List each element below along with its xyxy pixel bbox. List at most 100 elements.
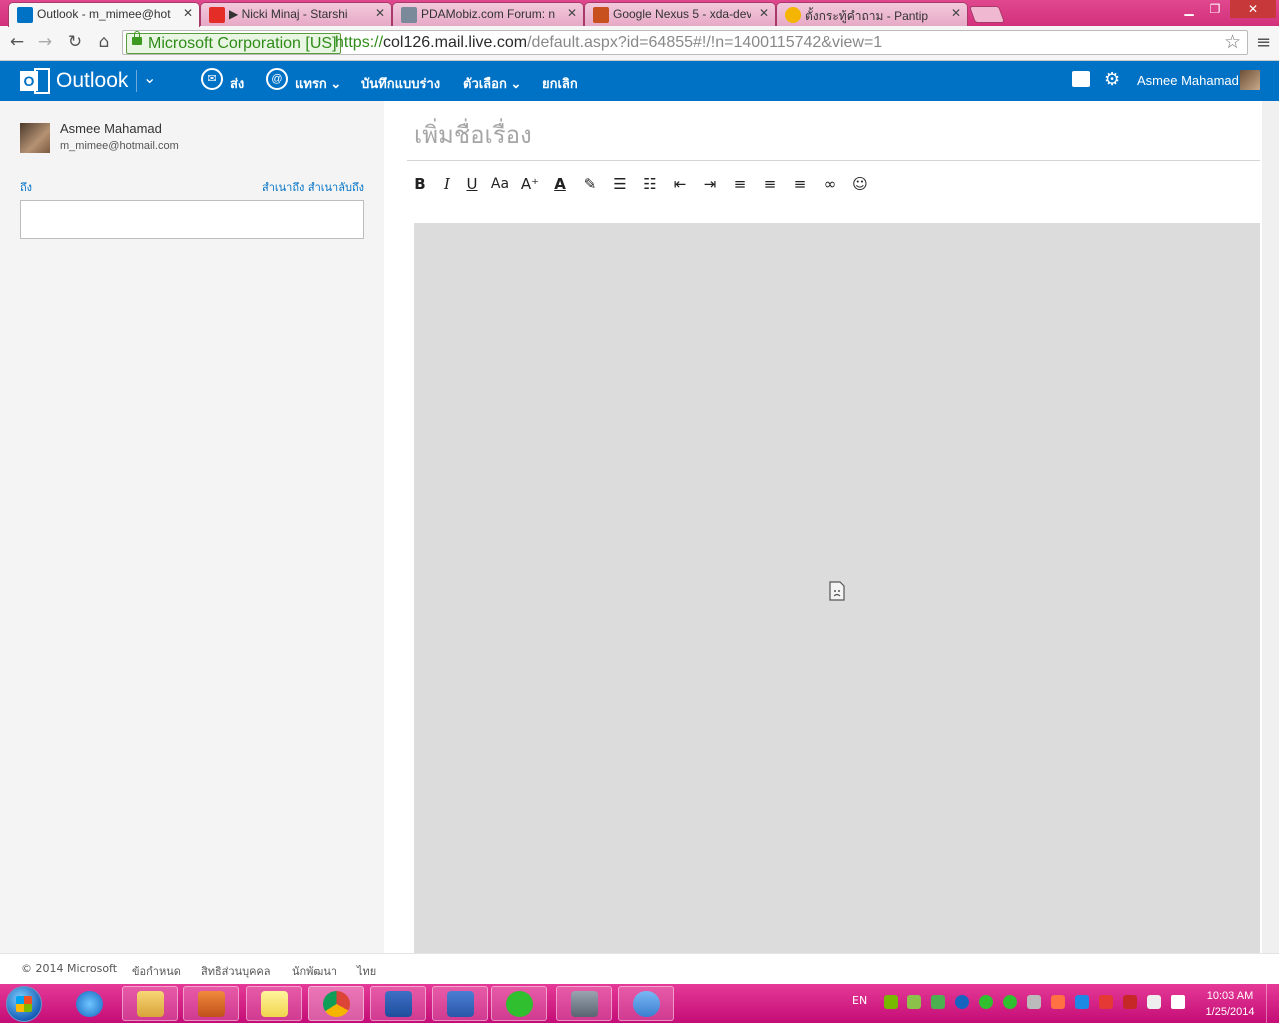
insert-button[interactable]: แทรก ⌄ (295, 73, 341, 94)
bold-icon[interactable]: B (409, 173, 431, 195)
bluetooth-tray-icon[interactable] (955, 995, 969, 1009)
highlight-icon[interactable]: ✎ (579, 173, 601, 195)
send-icon[interactable]: ✉ (201, 68, 223, 90)
settings-gear-icon[interactable]: ⚙ (1104, 69, 1120, 90)
font-size-icon[interactable]: Aa (489, 173, 511, 195)
pantip-favicon-icon (785, 7, 801, 23)
start-button[interactable] (6, 986, 42, 1022)
taskbar-ie[interactable] (61, 986, 117, 1021)
user-name[interactable]: Asmee Mahamad (1137, 73, 1239, 88)
dropbox-tray-icon[interactable] (1075, 995, 1089, 1009)
to-input[interactable] (20, 200, 364, 239)
tab-pantip[interactable]: ตั้งกระทู้คำถาม - Pantip ✕ (776, 2, 968, 26)
bookmark-star-icon[interactable]: ☆ (1224, 31, 1241, 54)
chrome-menu-icon[interactable]: ≡ (1256, 32, 1271, 53)
save-draft-button[interactable]: บันทึกแบบร่าง (361, 73, 440, 94)
to-label[interactable]: ถึง (20, 178, 32, 196)
taskbar-line[interactable] (491, 986, 547, 1021)
tab-pdamobiz[interactable]: PDAMobiz.com Forum: n ✕ (392, 2, 584, 26)
system-clock[interactable]: 10:03 AM 1/25/2014 (1199, 988, 1261, 1020)
language-indicator[interactable]: EN (852, 994, 867, 1007)
italic-icon[interactable]: I (436, 173, 458, 195)
app-tray-icon[interactable] (1027, 995, 1041, 1009)
increase-indent-icon[interactable]: ⇥ (699, 173, 721, 195)
attach-icon[interactable]: @ (266, 68, 288, 90)
close-tab-icon[interactable]: ✕ (951, 6, 961, 20)
taskbar-media[interactable] (183, 986, 239, 1021)
security-tray-icon[interactable] (931, 995, 945, 1009)
reload-icon[interactable]: ↻ (64, 32, 86, 52)
broken-image-icon (829, 581, 845, 601)
cancel-button[interactable]: ยกเลิก (542, 73, 578, 94)
align-center-icon[interactable]: ≡ (759, 173, 781, 195)
tab-outlook[interactable]: Outlook - m_mimee@hot ✕ (8, 2, 200, 27)
tab-label: PDAMobiz.com Forum: n (421, 7, 556, 21)
taskbar-sticky-notes[interactable] (246, 986, 302, 1021)
feedback-icon[interactable] (1072, 71, 1090, 87)
nvidia-tray-icon[interactable] (884, 995, 898, 1009)
taskbar-chrome[interactable] (308, 986, 364, 1021)
action-center-icon[interactable] (1099, 995, 1113, 1009)
volume-tray-icon[interactable] (1051, 995, 1065, 1009)
tab-youtube[interactable]: ▶ Nicki Minaj - Starshi ✕ (200, 2, 392, 26)
send-button[interactable]: ส่ง (230, 73, 244, 94)
message-body[interactable] (414, 223, 1260, 953)
back-icon[interactable]: ← (6, 32, 28, 52)
show-desktop-button[interactable] (1266, 984, 1279, 1023)
close-tab-icon[interactable]: ✕ (183, 6, 193, 20)
line-tray-icon[interactable] (979, 995, 993, 1009)
vertical-scrollbar[interactable] (1262, 101, 1279, 953)
antivirus-tray-icon[interactable] (1123, 995, 1137, 1009)
align-left-icon[interactable]: ≡ (729, 173, 751, 195)
taskbar-visio[interactable] (432, 986, 488, 1021)
taskbar-word[interactable] (370, 986, 426, 1021)
numbered-list-icon[interactable]: ☰ (609, 173, 631, 195)
underline-icon[interactable]: U (461, 173, 483, 195)
taskbar-scanner[interactable] (556, 986, 612, 1021)
language-link[interactable]: ไทย (357, 962, 376, 980)
copyright-text: © 2014 Microsoft (21, 962, 118, 975)
maximize-icon[interactable]: ❐ (1202, 0, 1228, 18)
cc-link[interactable]: สำเนาถึง (262, 181, 304, 194)
address-bar[interactable]: Microsoft Corporation [US] https://col12… (122, 30, 1248, 55)
app-switcher-chevron-icon[interactable]: ⌄ (143, 68, 156, 88)
bcc-link[interactable]: สำเนาลับถึง (308, 181, 364, 194)
tab-xda[interactable]: Google Nexus 5 - xda-dev ✕ (584, 2, 776, 26)
url-text[interactable]: https://col126.mail.live.com/default.asp… (335, 34, 882, 52)
minimize-icon[interactable]: ▁ (1176, 0, 1202, 18)
network-status-icon[interactable] (1147, 995, 1161, 1009)
close-window-icon[interactable]: ✕ (1230, 0, 1276, 18)
forward-icon[interactable]: → (34, 32, 56, 52)
grow-font-icon[interactable]: A⁺ (519, 173, 541, 195)
user-avatar[interactable] (1240, 70, 1260, 90)
line-tray-icon-2[interactable] (1003, 995, 1017, 1009)
privacy-link[interactable]: สิทธิส่วนบุคคล (201, 962, 271, 980)
brand-name[interactable]: Outlook (56, 69, 128, 93)
browser-toolbar: ← → ↻ ⌂ Microsoft Corporation [US] https… (0, 26, 1279, 61)
close-tab-icon[interactable]: ✕ (759, 6, 769, 20)
close-tab-icon[interactable]: ✕ (567, 6, 577, 20)
taskbar-explorer[interactable] (122, 986, 178, 1021)
lock-icon (132, 31, 142, 45)
taskbar-onedrive[interactable] (618, 986, 674, 1021)
emoticon-icon[interactable]: ☺ (849, 173, 871, 195)
decrease-indent-icon[interactable]: ⇤ (669, 173, 691, 195)
ev-certificate-badge[interactable]: Microsoft Corporation [US] (126, 31, 341, 54)
font-color-icon[interactable]: A (549, 173, 571, 195)
close-tab-icon[interactable]: ✕ (375, 6, 385, 20)
terms-link[interactable]: ข้อกำหนด (132, 962, 181, 980)
options-button[interactable]: ตัวเลือก ⌄ (463, 73, 521, 94)
outlook-logo-icon[interactable]: O (20, 68, 50, 94)
developers-link[interactable]: นักพัฒนา (292, 962, 337, 980)
network-tray-icon[interactable] (907, 995, 921, 1009)
home-icon[interactable]: ⌂ (93, 32, 115, 52)
bullet-list-icon[interactable]: ☷ (639, 173, 661, 195)
subject-input[interactable]: เพิ่มชื่อเรื่อง (414, 115, 532, 154)
align-right-icon[interactable]: ≡ (789, 173, 811, 195)
speaker-icon[interactable] (1171, 995, 1185, 1009)
tab-label: ตั้งกระทู้คำถาม - Pantip (805, 9, 929, 23)
ie-icon (76, 991, 103, 1017)
link-icon[interactable]: ∞ (819, 173, 841, 195)
new-tab-button[interactable] (968, 6, 1006, 23)
clock-time: 10:03 AM (1206, 990, 1254, 1002)
